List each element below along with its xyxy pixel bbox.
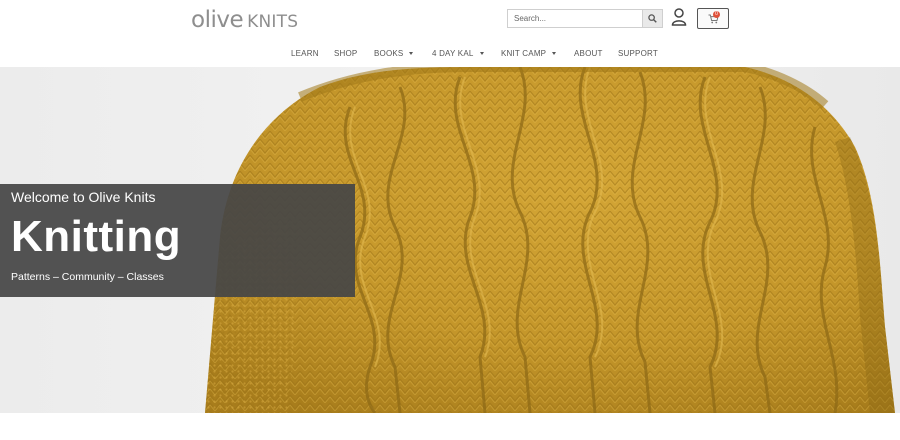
nav-item-shop[interactable]: SHOP <box>334 46 357 60</box>
nav-item-knit-camp[interactable]: KNIT CAMP <box>501 46 557 60</box>
logo-word-knits: KNITS <box>247 12 299 32</box>
nav-item-about[interactable]: ABOUT <box>574 46 603 60</box>
nav-item-books[interactable]: BOOKS <box>374 46 414 60</box>
nav-item-label: KNIT CAMP <box>501 48 547 58</box>
chevron-down-icon <box>552 51 557 55</box>
logo-word-olive: olive <box>191 7 244 33</box>
nav-item-support[interactable]: SUPPORT <box>618 46 658 60</box>
search-button[interactable] <box>642 10 662 27</box>
user-icon <box>671 8 687 26</box>
search-input[interactable] <box>508 10 642 27</box>
account-button[interactable] <box>671 8 687 26</box>
site-header: olive KNITS 0 LEARN SHOP <box>0 0 900 67</box>
nav-item-learn[interactable]: LEARN <box>291 46 319 60</box>
nav-item-label: SHOP <box>334 48 358 58</box>
hero-title: Knitting <box>11 212 182 261</box>
search-icon <box>648 14 657 23</box>
nav-item-label: 4 DAY KAL <box>432 48 474 58</box>
main-nav: LEARN SHOP BOOKS 4 DAY KAL KNIT CAMP ABO… <box>0 46 900 60</box>
hero-subtitle: Patterns – Community – Classes <box>11 271 164 283</box>
chevron-down-icon <box>479 51 484 55</box>
hero-welcome-text: Welcome to Olive Knits <box>11 189 156 205</box>
hero-banner: Welcome to Olive Knits Knitting Patterns… <box>0 67 900 413</box>
cart-button[interactable]: 0 <box>697 8 729 29</box>
nav-item-label: ABOUT <box>574 48 603 58</box>
nav-item-label: SUPPORT <box>618 48 658 58</box>
cart-count-badge: 0 <box>713 11 720 18</box>
nav-item-4-day-kal[interactable]: 4 DAY KAL <box>432 46 484 60</box>
chevron-down-icon <box>409 51 414 55</box>
nav-item-label: BOOKS <box>374 48 404 58</box>
search-box <box>507 9 663 28</box>
nav-item-label: LEARN <box>291 48 319 58</box>
site-logo[interactable]: olive KNITS <box>191 7 298 33</box>
